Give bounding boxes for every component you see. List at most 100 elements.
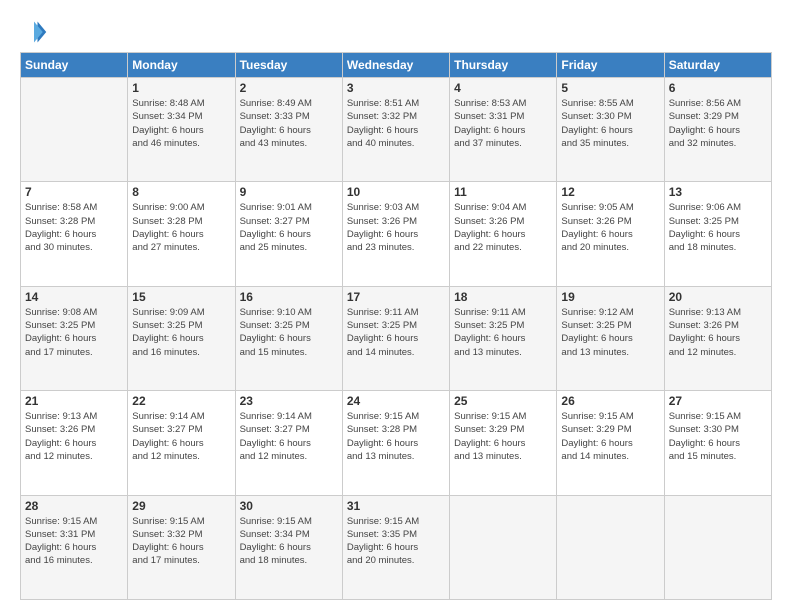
day-info: Sunrise: 9:15 AMSunset: 3:31 PMDaylight:…	[25, 515, 123, 568]
day-cell: 7 Sunrise: 8:58 AMSunset: 3:28 PMDaylight…	[21, 182, 128, 286]
day-info: Sunrise: 9:15 AMSunset: 3:29 PMDaylight:…	[561, 410, 659, 463]
header	[20, 18, 772, 46]
day-cell: 18 Sunrise: 9:11 AMSunset: 3:25 PMDayligh…	[450, 286, 557, 390]
day-info: Sunrise: 8:58 AMSunset: 3:28 PMDaylight:…	[25, 201, 123, 254]
day-cell: 11 Sunrise: 9:04 AMSunset: 3:26 PMDayligh…	[450, 182, 557, 286]
logo-icon	[20, 18, 48, 46]
col-header-saturday: Saturday	[664, 53, 771, 78]
col-header-tuesday: Tuesday	[235, 53, 342, 78]
day-number: 20	[669, 290, 767, 304]
day-number: 17	[347, 290, 445, 304]
col-header-friday: Friday	[557, 53, 664, 78]
day-cell: 15Sunrise: 9:09 AMSunset: 3:25 PMDayligh…	[128, 286, 235, 390]
day-number: 8	[132, 185, 230, 199]
day-number: 22	[132, 394, 230, 408]
day-number: 21	[25, 394, 123, 408]
day-cell: 30 Sunrise: 9:15 AMSunset: 3:34 PMDayligh…	[235, 495, 342, 599]
week-row-5: 28 Sunrise: 9:15 AMSunset: 3:31 PMDayligh…	[21, 495, 772, 599]
day-number: 31	[347, 499, 445, 513]
day-cell: 6 Sunrise: 8:56 AMSunset: 3:29 PMDaylight…	[664, 78, 771, 182]
day-number: 16	[240, 290, 338, 304]
day-cell: 21 Sunrise: 9:13 AMSunset: 3:26 PMDayligh…	[21, 391, 128, 495]
day-info: Sunrise: 9:15 AMSunset: 3:34 PMDaylight:…	[240, 515, 338, 568]
day-number: 29	[132, 499, 230, 513]
day-cell: 1 Sunrise: 8:48 AMSunset: 3:34 PMDaylight…	[128, 78, 235, 182]
day-cell: 29 Sunrise: 9:15 AMSunset: 3:32 PMDayligh…	[128, 495, 235, 599]
day-cell	[450, 495, 557, 599]
day-cell: 9 Sunrise: 9:01 AMSunset: 3:27 PMDaylight…	[235, 182, 342, 286]
day-number: 11	[454, 185, 552, 199]
day-cell: 8Sunrise: 9:00 AMSunset: 3:28 PMDaylight…	[128, 182, 235, 286]
day-info: Sunrise: 9:14 AMSunset: 3:27 PMDaylight:…	[240, 410, 338, 463]
logo	[20, 18, 52, 46]
day-cell: 2Sunrise: 8:49 AMSunset: 3:33 PMDaylight…	[235, 78, 342, 182]
day-info: Sunrise: 9:05 AMSunset: 3:26 PMDaylight:…	[561, 201, 659, 254]
day-cell: 4 Sunrise: 8:53 AMSunset: 3:31 PMDaylight…	[450, 78, 557, 182]
day-cell	[664, 495, 771, 599]
day-number: 18	[454, 290, 552, 304]
day-cell: 23 Sunrise: 9:14 AMSunset: 3:27 PMDayligh…	[235, 391, 342, 495]
day-number: 28	[25, 499, 123, 513]
day-info: Sunrise: 9:10 AMSunset: 3:25 PMDaylight:…	[240, 306, 338, 359]
day-cell: 24Sunrise: 9:15 AMSunset: 3:28 PMDayligh…	[342, 391, 449, 495]
day-cell: 5Sunrise: 8:55 AMSunset: 3:30 PMDaylight…	[557, 78, 664, 182]
day-info: Sunrise: 8:56 AMSunset: 3:29 PMDaylight:…	[669, 97, 767, 150]
day-info: Sunrise: 9:15 AMSunset: 3:32 PMDaylight:…	[132, 515, 230, 568]
day-number: 26	[561, 394, 659, 408]
day-number: 13	[669, 185, 767, 199]
day-info: Sunrise: 8:48 AMSunset: 3:34 PMDaylight:…	[132, 97, 230, 150]
day-number: 12	[561, 185, 659, 199]
day-number: 10	[347, 185, 445, 199]
week-row-4: 21 Sunrise: 9:13 AMSunset: 3:26 PMDayligh…	[21, 391, 772, 495]
day-info: Sunrise: 9:12 AMSunset: 3:25 PMDaylight:…	[561, 306, 659, 359]
calendar-header-row: SundayMondayTuesdayWednesdayThursdayFrid…	[21, 53, 772, 78]
day-info: Sunrise: 9:11 AMSunset: 3:25 PMDaylight:…	[454, 306, 552, 359]
day-info: Sunrise: 9:15 AMSunset: 3:28 PMDaylight:…	[347, 410, 445, 463]
day-cell: 27 Sunrise: 9:15 AMSunset: 3:30 PMDayligh…	[664, 391, 771, 495]
day-info: Sunrise: 9:13 AMSunset: 3:26 PMDaylight:…	[669, 306, 767, 359]
col-header-thursday: Thursday	[450, 53, 557, 78]
day-cell: 3 Sunrise: 8:51 AMSunset: 3:32 PMDaylight…	[342, 78, 449, 182]
day-cell	[21, 78, 128, 182]
page: SundayMondayTuesdayWednesdayThursdayFrid…	[0, 0, 792, 612]
day-number: 2	[240, 81, 338, 95]
day-info: Sunrise: 9:08 AMSunset: 3:25 PMDaylight:…	[25, 306, 123, 359]
week-row-3: 14 Sunrise: 9:08 AMSunset: 3:25 PMDayligh…	[21, 286, 772, 390]
day-cell: 16 Sunrise: 9:10 AMSunset: 3:25 PMDayligh…	[235, 286, 342, 390]
day-cell: 12 Sunrise: 9:05 AMSunset: 3:26 PMDayligh…	[557, 182, 664, 286]
day-number: 3	[347, 81, 445, 95]
week-row-1: 1 Sunrise: 8:48 AMSunset: 3:34 PMDaylight…	[21, 78, 772, 182]
week-row-2: 7 Sunrise: 8:58 AMSunset: 3:28 PMDaylight…	[21, 182, 772, 286]
day-info: Sunrise: 9:03 AMSunset: 3:26 PMDaylight:…	[347, 201, 445, 254]
day-number: 25	[454, 394, 552, 408]
day-cell: 28 Sunrise: 9:15 AMSunset: 3:31 PMDayligh…	[21, 495, 128, 599]
day-cell: 25Sunrise: 9:15 AMSunset: 3:29 PMDayligh…	[450, 391, 557, 495]
day-number: 30	[240, 499, 338, 513]
day-info: Sunrise: 9:04 AMSunset: 3:26 PMDaylight:…	[454, 201, 552, 254]
day-cell: 14 Sunrise: 9:08 AMSunset: 3:25 PMDayligh…	[21, 286, 128, 390]
day-info: Sunrise: 9:06 AMSunset: 3:25 PMDaylight:…	[669, 201, 767, 254]
day-number: 6	[669, 81, 767, 95]
day-info: Sunrise: 8:53 AMSunset: 3:31 PMDaylight:…	[454, 97, 552, 150]
day-cell: 20 Sunrise: 9:13 AMSunset: 3:26 PMDayligh…	[664, 286, 771, 390]
day-number: 1	[132, 81, 230, 95]
day-number: 19	[561, 290, 659, 304]
day-number: 14	[25, 290, 123, 304]
day-info: Sunrise: 8:51 AMSunset: 3:32 PMDaylight:…	[347, 97, 445, 150]
col-header-wednesday: Wednesday	[342, 53, 449, 78]
day-number: 27	[669, 394, 767, 408]
day-number: 9	[240, 185, 338, 199]
day-info: Sunrise: 9:13 AMSunset: 3:26 PMDaylight:…	[25, 410, 123, 463]
day-number: 23	[240, 394, 338, 408]
day-cell: 13 Sunrise: 9:06 AMSunset: 3:25 PMDayligh…	[664, 182, 771, 286]
col-header-monday: Monday	[128, 53, 235, 78]
day-number: 7	[25, 185, 123, 199]
col-header-sunday: Sunday	[21, 53, 128, 78]
day-number: 5	[561, 81, 659, 95]
day-info: Sunrise: 9:15 AMSunset: 3:35 PMDaylight:…	[347, 515, 445, 568]
day-info: Sunrise: 9:15 AMSunset: 3:30 PMDaylight:…	[669, 410, 767, 463]
day-info: Sunrise: 9:11 AMSunset: 3:25 PMDaylight:…	[347, 306, 445, 359]
day-info: Sunrise: 9:01 AMSunset: 3:27 PMDaylight:…	[240, 201, 338, 254]
day-cell: 31 Sunrise: 9:15 AMSunset: 3:35 PMDayligh…	[342, 495, 449, 599]
day-number: 4	[454, 81, 552, 95]
